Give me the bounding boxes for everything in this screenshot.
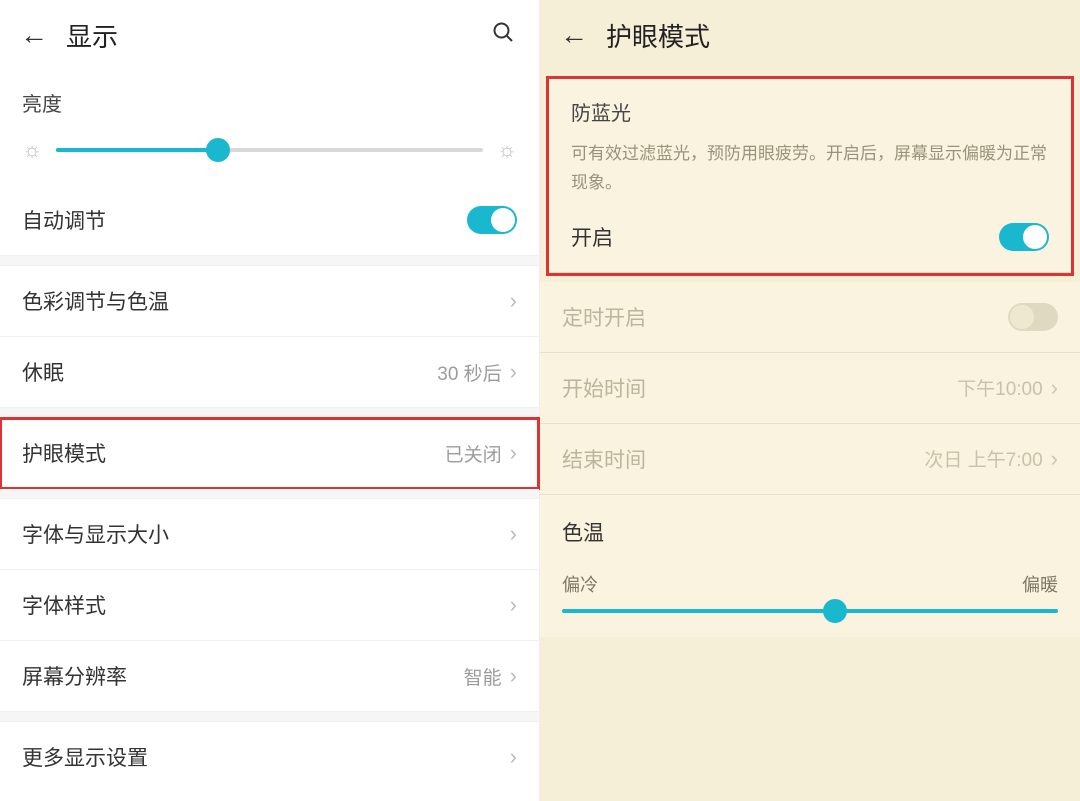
- blue-light-toggle[interactable]: [999, 223, 1049, 251]
- left-header: ← 显示: [0, 0, 539, 70]
- chevron-right-icon: ›: [510, 288, 517, 314]
- more-display-row[interactable]: 更多显示设置 ›: [0, 722, 539, 792]
- chevron-right-icon: ›: [510, 521, 517, 547]
- back-icon[interactable]: ←: [20, 17, 58, 53]
- right-header: ← 护眼模式: [540, 0, 1080, 70]
- brightness-label: 亮度: [0, 70, 539, 123]
- sleep-row[interactable]: 休眠 30 秒后 ›: [0, 337, 539, 408]
- end-time-label: 结束时间: [562, 444, 646, 474]
- page-title: 显示: [66, 17, 118, 54]
- sleep-label: 休眠: [22, 357, 64, 387]
- color-temp-title: 色温: [540, 495, 1080, 553]
- color-temp-slider[interactable]: [562, 609, 1058, 613]
- font-size-row[interactable]: 字体与显示大小 ›: [0, 499, 539, 570]
- page-title: 护眼模式: [606, 17, 710, 54]
- brightness-block: ☼ ☼: [0, 123, 539, 185]
- chevron-right-icon: ›: [510, 663, 517, 689]
- timer-label: 定时开启: [562, 302, 646, 332]
- chevron-right-icon: ›: [510, 744, 517, 770]
- resolution-label: 屏幕分辨率: [22, 661, 127, 691]
- color-temp-warm-label: 偏暖: [1022, 571, 1058, 597]
- back-icon[interactable]: ←: [560, 17, 598, 53]
- more-display-label: 更多显示设置: [22, 742, 148, 772]
- timer-row[interactable]: 定时开启: [540, 282, 1080, 353]
- eye-mode-value: 已关闭: [445, 440, 502, 467]
- blue-light-desc: 可有效过滤蓝光，预防用眼疲劳。开启后，屏幕显示偏暖为正常现象。: [571, 140, 1049, 198]
- blue-light-title: 防蓝光: [571, 97, 1049, 126]
- chevron-right-icon: ›: [1051, 446, 1058, 472]
- blue-light-enable-row[interactable]: 开启: [571, 216, 1049, 254]
- chevron-right-icon: ›: [510, 592, 517, 618]
- font-size-label: 字体与显示大小: [22, 519, 169, 549]
- auto-adjust-toggle[interactable]: [467, 206, 517, 234]
- brightness-low-icon: ☼: [22, 137, 42, 163]
- end-time-row[interactable]: 结束时间 次日 上午7:00 ›: [540, 424, 1080, 495]
- start-time-label: 开始时间: [562, 373, 646, 403]
- auto-adjust-row[interactable]: 自动调节: [0, 185, 539, 256]
- end-time-value: 次日 上午7:00: [924, 445, 1042, 472]
- chevron-right-icon: ›: [510, 440, 517, 466]
- display-settings-panel: ← 显示 亮度 ☼ ☼ 自动调节 色彩调节与色温 › 休眠 30 秒后 ›: [0, 0, 540, 801]
- chevron-right-icon: ›: [1051, 375, 1058, 401]
- color-adjust-row[interactable]: 色彩调节与色温 ›: [0, 266, 539, 337]
- start-time-row[interactable]: 开始时间 下午10:00 ›: [540, 353, 1080, 424]
- sleep-value: 30 秒后: [437, 359, 501, 386]
- color-temp-thumb[interactable]: [823, 599, 847, 623]
- auto-adjust-label: 自动调节: [22, 205, 106, 235]
- eye-mode-row[interactable]: 护眼模式 已关闭 ›: [0, 418, 539, 489]
- brightness-slider[interactable]: [56, 148, 483, 152]
- brightness-thumb[interactable]: [206, 138, 230, 162]
- eye-mode-label: 护眼模式: [22, 438, 106, 468]
- timer-toggle[interactable]: [1008, 303, 1058, 331]
- color-temp-cold-label: 偏冷: [562, 571, 598, 597]
- blue-light-card: 防蓝光 可有效过滤蓝光，预防用眼疲劳。开启后，屏幕显示偏暖为正常现象。 开启: [549, 79, 1071, 273]
- blue-light-highlight: 防蓝光 可有效过滤蓝光，预防用眼疲劳。开启后，屏幕显示偏暖为正常现象。 开启: [546, 76, 1074, 276]
- start-time-value: 下午10:00: [957, 374, 1043, 401]
- resolution-row[interactable]: 屏幕分辨率 智能 ›: [0, 641, 539, 712]
- color-adjust-label: 色彩调节与色温: [22, 286, 169, 316]
- search-icon[interactable]: [487, 16, 519, 55]
- resolution-value: 智能: [464, 663, 502, 690]
- brightness-high-icon: ☼: [497, 137, 517, 163]
- font-style-row[interactable]: 字体样式 ›: [0, 570, 539, 641]
- font-style-label: 字体样式: [22, 590, 106, 620]
- chevron-right-icon: ›: [510, 359, 517, 385]
- color-temp-block: 偏冷 偏暖: [540, 553, 1080, 637]
- blue-light-enable-label: 开启: [571, 222, 613, 252]
- eye-mode-panel: ← 护眼模式 防蓝光 可有效过滤蓝光，预防用眼疲劳。开启后，屏幕显示偏暖为正常现…: [540, 0, 1080, 801]
